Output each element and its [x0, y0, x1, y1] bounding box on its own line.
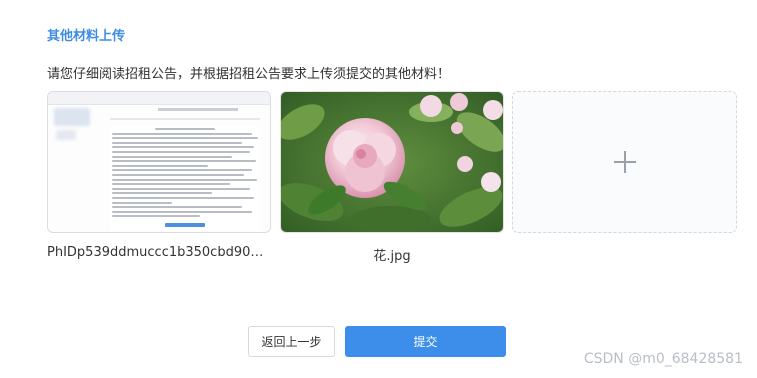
upload-add-tile[interactable]	[512, 91, 737, 233]
doc-preview-line	[112, 151, 250, 153]
doc-preview-line	[112, 178, 257, 181]
doc-preview-line	[112, 187, 250, 190]
submit-button[interactable]: 提交	[345, 326, 506, 357]
back-button[interactable]: 返回上一步	[248, 326, 335, 357]
doc-preview-line	[112, 137, 258, 140]
doc-preview-line	[112, 132, 252, 135]
doc-preview-line	[112, 201, 172, 204]
peony-photo-icon	[281, 92, 503, 232]
doc-preview-line	[112, 197, 254, 199]
file-name-photo: 花.jpg	[373, 249, 411, 264]
file-thumbnail-photo[interactable]	[280, 91, 504, 233]
file-thumbnail-document[interactable]	[47, 91, 271, 233]
doc-preview-line	[112, 192, 212, 195]
file-name-document: PhIDp539ddmuccc1b350cbd90896f...	[47, 245, 271, 260]
doc-preview-line	[112, 146, 254, 149]
doc-preview-page	[110, 126, 260, 230]
doc-preview-line	[112, 183, 230, 186]
plus-icon	[613, 151, 636, 173]
section-title: 其他材料上传	[47, 29, 126, 44]
doc-preview-line	[112, 174, 244, 176]
doc-preview-line	[112, 169, 252, 172]
doc-preview-line	[112, 206, 242, 209]
doc-preview-line	[112, 215, 200, 218]
instruction-text: 请您仔细阅读招租公告，并根据招租公告要求上传须提交的其他材料！	[47, 67, 451, 82]
doc-preview-line	[155, 128, 215, 130]
doc-preview-line	[112, 210, 252, 213]
doc-preview-line	[112, 164, 208, 167]
doc-preview-line	[112, 155, 232, 158]
doc-preview-line	[112, 141, 242, 144]
watermark: CSDN @m0_68428581	[583, 351, 743, 367]
doc-preview-button	[165, 223, 205, 227]
doc-preview-line	[112, 160, 256, 163]
